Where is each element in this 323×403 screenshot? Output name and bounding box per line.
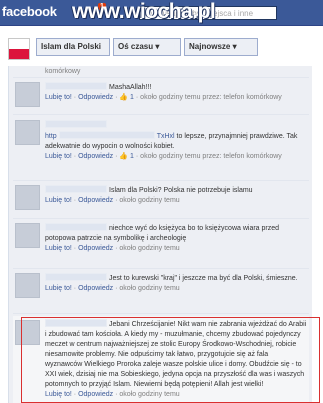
comment-meta: komórkowy [45, 68, 81, 75]
avatar[interactable] [15, 82, 40, 107]
thumbs-up-icon: 👍 [119, 153, 129, 160]
comment-meta: Lubię to! · Odpowiedz · około godziny te… [45, 245, 180, 252]
avatar[interactable] [15, 185, 40, 210]
comment-text: Islam dla Polski? Polska nie potrzebuje … [109, 187, 253, 194]
comment-link-end[interactable]: TxHxl [157, 133, 175, 140]
blurred-url[interactable] [58, 131, 155, 139]
facebook-logo[interactable]: facebook [2, 4, 57, 19]
commenter-name[interactable] [45, 120, 107, 128]
comment-time: około godziny temu [119, 197, 180, 204]
avatar[interactable] [15, 223, 40, 248]
page-name-button[interactable]: Islam dla Polski [36, 38, 110, 56]
commenter-name[interactable] [45, 185, 107, 193]
reply-link[interactable]: Odpowiedz [78, 285, 113, 292]
comment-meta: Lubię to! · Odpowiedz · około godziny te… [45, 197, 180, 204]
reply-link[interactable]: Odpowiedz [78, 153, 113, 160]
like-link[interactable]: Lubię to! [45, 285, 72, 292]
like-link[interactable]: Lubię to! [45, 197, 72, 204]
like-link[interactable]: Lubię to! [45, 94, 72, 101]
avatar[interactable] [15, 273, 40, 298]
comment-item: niechce wyć do księżyca bo to księżycowa… [13, 219, 309, 269]
highlight-box [21, 317, 320, 403]
reply-link[interactable]: Odpowiedz [78, 197, 113, 204]
comment-time: około godziny temu [119, 245, 180, 252]
timeline-dropdown[interactable]: Oś czasu ▾ [113, 38, 181, 56]
commenter-name[interactable] [45, 223, 107, 231]
comment-meta: Lubię to! · Odpowiedz · 👍 1 · około godz… [45, 153, 282, 160]
comment-item: Islam dla Polski? Polska nie potrzebuje … [13, 181, 309, 219]
comment-fragment: komórkowy [13, 66, 309, 78]
comment-meta: Lubię to! · Odpowiedz · 👍 1 · około godz… [45, 94, 282, 101]
commenter-name[interactable] [45, 82, 107, 90]
commenter-name[interactable] [45, 273, 107, 281]
page-profile-picture[interactable] [8, 38, 30, 60]
comment-item: Jest to kurewski "kraj" i jeszcze ma być… [13, 269, 309, 314]
thumbs-up-icon: 👍 [119, 94, 129, 101]
comment-time: około godziny temu przez: telefon komórk… [140, 153, 282, 160]
like-link[interactable]: Lubię to! [45, 245, 72, 252]
top-bar: facebook 1 Wyszukaj osoby, miejsca i inn… [0, 0, 323, 26]
reply-link[interactable]: Odpowiedz [78, 245, 113, 252]
comment-link[interactable]: http [45, 133, 57, 140]
watermark: www.wiocha.pl [72, 0, 216, 23]
comment-text: MashaAllah!!! [109, 84, 152, 91]
comment-meta: Lubię to! · Odpowiedz · około godziny te… [45, 285, 180, 292]
comment-item: http TxHxl to lepsze, przynajmniej prawdz… [13, 116, 309, 181]
avatar[interactable] [15, 120, 40, 145]
like-count[interactable]: 1 [130, 153, 134, 160]
sort-dropdown[interactable]: Najnowsze ▾ [184, 38, 258, 56]
comment-item: MashaAllah!!! Lubię to! · Odpowiedz · 👍 … [13, 78, 309, 115]
comment-time: około godziny temu [119, 285, 180, 292]
reply-link[interactable]: Odpowiedz [78, 94, 113, 101]
like-count[interactable]: 1 [130, 94, 134, 101]
comment-time: około godziny temu przez: telefon komórk… [140, 94, 282, 101]
comment-text: Jest to kurewski "kraj" i jeszcze ma być… [109, 275, 298, 282]
like-link[interactable]: Lubię to! [45, 153, 72, 160]
